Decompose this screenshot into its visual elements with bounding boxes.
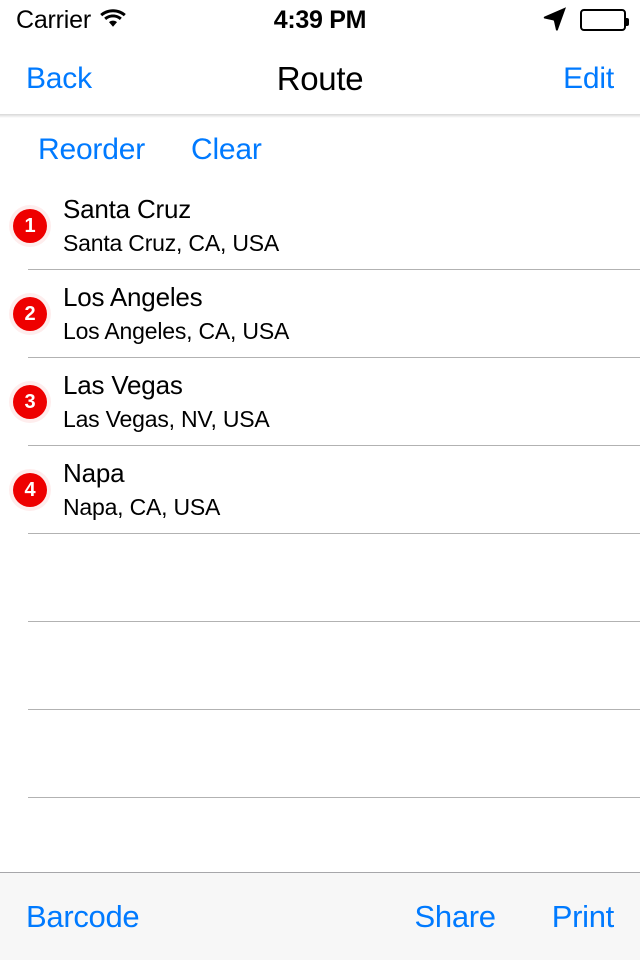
page-title: Route	[276, 60, 364, 97]
empty-row	[0, 798, 640, 872]
stop-text-block: Napa Napa, CA, USA	[63, 458, 221, 521]
route-stop-row[interactable]: 2 Los Angeles Los Angeles, CA, USA	[0, 270, 640, 358]
print-button[interactable]: Print	[544, 901, 622, 932]
stop-address: Las Vegas, NV, USA	[63, 406, 270, 433]
stop-number-badge: 1	[13, 209, 47, 243]
top-toolbar: Reorder Clear	[0, 118, 640, 188]
stop-text-block: Las Vegas Las Vegas, NV, USA	[63, 370, 270, 433]
route-rows-container: 1 Santa Cruz Santa Cruz, CA, USA 2 Los Angel…	[0, 182, 640, 872]
stop-address: Napa, CA, USA	[63, 494, 221, 521]
route-stop-row[interactable]: 1 Santa Cruz Santa Cruz, CA, USA	[0, 182, 640, 270]
share-button[interactable]: Share	[407, 901, 504, 932]
edit-button[interactable]: Edit	[563, 64, 614, 94]
stop-name: Santa Cruz	[63, 194, 192, 225]
stop-number-badge: 2	[13, 297, 47, 331]
stop-name: Los Angeles	[63, 282, 203, 313]
empty-row	[0, 622, 640, 710]
empty-row	[0, 534, 640, 622]
app-screen: Carrier 4:39 PM Back Route Edit Reorder …	[0, 0, 640, 960]
reorder-button[interactable]: Reorder	[30, 135, 153, 165]
stop-text-block: Santa Cruz Santa Cruz, CA, USA	[63, 194, 280, 257]
stop-name: Napa	[63, 458, 125, 489]
battery-full-icon	[580, 9, 629, 31]
stop-name: Las Vegas	[63, 370, 183, 401]
status-bar-left: Carrier	[16, 5, 126, 34]
route-stop-row[interactable]: 4 Napa Napa, CA, USA	[0, 446, 640, 534]
location-arrow-icon	[542, 5, 568, 36]
route-stop-row[interactable]: 3 Las Vegas Las Vegas, NV, USA	[0, 358, 640, 446]
status-bar-right	[542, 0, 629, 40]
clear-button[interactable]: Clear	[183, 135, 270, 165]
stop-address: Santa Cruz, CA, USA	[63, 230, 280, 257]
navigation-bar: Back Route Edit	[0, 40, 640, 118]
route-stop-list[interactable]: 1 Santa Cruz Santa Cruz, CA, USA 2 Los Angel…	[0, 182, 640, 872]
back-button[interactable]: Back	[26, 64, 92, 94]
stop-number-badge: 3	[13, 385, 47, 419]
clock-label: 4:39 PM	[273, 5, 367, 34]
stop-number-badge: 4	[13, 473, 47, 507]
barcode-button[interactable]: Barcode	[18, 901, 147, 932]
stop-address: Los Angeles, CA, USA	[63, 318, 290, 345]
wifi-icon	[100, 8, 126, 33]
bottom-toolbar: Barcode Share Print	[0, 872, 640, 960]
stop-text-block: Los Angeles Los Angeles, CA, USA	[63, 282, 290, 345]
carrier-label: Carrier	[16, 5, 91, 34]
status-bar: Carrier 4:39 PM	[0, 0, 640, 40]
empty-row	[0, 710, 640, 798]
